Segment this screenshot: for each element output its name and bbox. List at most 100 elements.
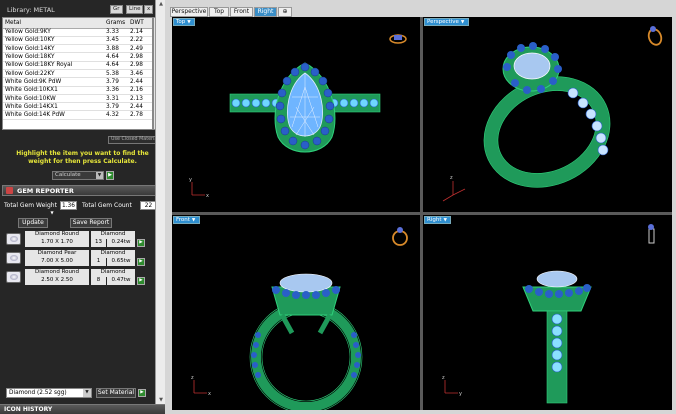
gem-reporter-header[interactable]: GEM REPORTER (2, 185, 163, 196)
gem-type: Diamond (91, 250, 135, 258)
save-report-button[interactable]: Save Report (70, 218, 112, 228)
axis-indicator (444, 380, 458, 394)
app-window: Library: METAL Gr Line x Metal Grams DWT Y… (0, 0, 676, 414)
viewport-right[interactable]: Right ▼ z y (423, 215, 672, 410)
panel-splitter[interactable]: ▲ ▼ (155, 0, 165, 404)
scroll-down-icon[interactable]: ▼ (157, 396, 165, 404)
table-cell: White Gold:14K PdW (3, 110, 104, 120)
scroll-up-icon[interactable]: ▲ (157, 0, 165, 8)
gem-weight: 0.24tw (107, 239, 135, 247)
gem-count: 13 (91, 239, 106, 247)
tab-front[interactable]: Front (230, 7, 253, 17)
gem-name: Diamond Pear (25, 250, 89, 258)
table-row[interactable]: Yellow Gold:9KY 3.33 2.14 (3, 28, 152, 37)
gem-material-select[interactable]: Diamond (2.52 sgg) ▼ (6, 388, 92, 398)
total-gem-weight-value: 1.36 (60, 201, 77, 210)
gem-weight: 0.65tw (107, 258, 135, 266)
metal-table-header-cell[interactable]: Metal (3, 18, 104, 29)
tab-right[interactable]: Right (254, 7, 277, 17)
table-cell: Yellow Gold:18KY Royal (3, 61, 104, 71)
table-row[interactable]: White Gold:9K PdW 3.79 2.44 (3, 77, 152, 87)
table-cell: 4.64 (104, 52, 128, 62)
table-cell: 5.38 (104, 69, 128, 79)
axis-z-label: z (191, 375, 194, 381)
axis-x-label: x (206, 193, 209, 199)
table-row[interactable]: White Gold:10KX1 3.36 2.16 (3, 86, 152, 95)
table-row[interactable]: White Gold:14K PdW 4.32 2.78 (3, 110, 152, 120)
gem-go-button[interactable]: ▶ (137, 258, 145, 266)
table-row[interactable]: Yellow Gold:10KY 3.45 2.22 (3, 36, 152, 46)
metal-table-header-cell[interactable]: DWT (128, 18, 152, 29)
line-toggle-button[interactable]: Line (126, 5, 144, 14)
calculate-go-button[interactable]: ▶ (106, 171, 114, 180)
table-cell: 2.44 (128, 102, 152, 112)
metal-table: Metal Grams DWT Yellow Gold:9KY 3.33 2.14 Yel… (2, 17, 153, 130)
table-row[interactable]: Yellow Gold:22KY 5.38 3.46 (3, 69, 152, 79)
axis-y-label: y (189, 177, 192, 183)
gem-row[interactable]: Diamond Round 1.70 X 1.70 Diamond 13 0.24tw ▶ (4, 230, 161, 248)
viewport-area: Perspective Top Front Right ⊕ Top ▼ y x … (165, 0, 676, 414)
gem-go-button[interactable]: ▶ (137, 277, 145, 285)
table-row[interactable]: White Gold:14KX1 3.79 2.44 (3, 102, 152, 112)
gem-reporter-icon (6, 187, 13, 194)
grams-toggle-button[interactable]: Gr (110, 5, 123, 14)
gem-thumbnail-icon (6, 233, 21, 245)
gem-go-button[interactable]: ▶ (137, 239, 145, 247)
ring-perspective-view: z (442, 26, 663, 202)
gem-row[interactable]: Diamond Pear 7.00 X 5.00 Diamond 1 0.65tw ▶ (4, 249, 161, 267)
gem-list: Diamond Round 1.70 X 1.70 Diamond 13 0.24tw ▶… (4, 230, 161, 288)
table-cell: White Gold:10KX1 (3, 86, 104, 95)
gem-name: Diamond Round (25, 231, 89, 239)
ring-thumbnail-icon (647, 26, 663, 46)
axis-indicator (442, 181, 466, 202)
table-cell: Yellow Gold:10KY (3, 36, 104, 46)
table-row[interactable]: Yellow Gold:14KY 3.88 2.49 (3, 44, 152, 54)
table-row[interactable]: Yellow Gold:18KY Royal 4.64 2.98 (3, 61, 152, 71)
table-cell: Yellow Gold:22KY (3, 69, 104, 79)
table-cell: 2.98 (128, 52, 152, 62)
table-cell: 3.46 (128, 69, 152, 79)
left-panel: Library: METAL Gr Line x Metal Grams DWT Y… (0, 0, 165, 414)
table-cell: 3.45 (104, 36, 128, 46)
axis-indicator (193, 380, 207, 394)
tab-perspective[interactable]: Perspective (170, 7, 208, 17)
gem-count: 8 (91, 277, 106, 285)
metal-table-header: Metal Grams DWT (3, 18, 152, 29)
gem-type: Diamond (91, 231, 135, 239)
table-cell: 4.32 (104, 110, 128, 120)
calculate-select[interactable]: Calculate ▼ (52, 171, 104, 180)
table-cell: 2.44 (128, 77, 152, 87)
gem-thumbnail-icon (6, 252, 21, 264)
table-row[interactable]: White Gold:10KW 3.31 2.13 (3, 94, 152, 104)
table-row[interactable]: Yellow Gold:18KY 4.64 2.98 (3, 52, 152, 62)
shank-right (546, 310, 568, 404)
setting-head-right (522, 270, 592, 312)
ring-top-view: y x (189, 34, 407, 199)
set-material-go-button[interactable]: ▶ (138, 389, 146, 397)
collapse-arrow-icon[interactable]: ▼ (48, 211, 56, 217)
viewport-front[interactable]: Front ▼ z x (172, 215, 420, 410)
icon-history-header[interactable]: ICON HISTORY (0, 404, 165, 414)
calculate-select-value: Calculate (55, 172, 81, 178)
library-close-button[interactable]: x (144, 5, 153, 14)
table-cell: 2.22 (128, 36, 152, 46)
table-cell: 2.49 (128, 44, 152, 54)
table-cell: 3.36 (104, 86, 128, 95)
add-view-icon[interactable]: ⊕ (278, 7, 292, 17)
table-cell: 2.13 (128, 94, 152, 104)
metal-table-header-cell[interactable]: Grams (104, 18, 128, 29)
table-cell: Yellow Gold:9KY (3, 28, 104, 37)
table-cell: 3.79 (104, 102, 128, 112)
viewport-top[interactable]: Top ▼ y x (172, 17, 420, 212)
tab-top[interactable]: Top (209, 7, 229, 17)
update-button[interactable]: Update (18, 218, 48, 228)
table-cell: 4.64 (104, 61, 128, 71)
viewport-perspective[interactable]: Perspective ▼ z (423, 17, 672, 212)
gem-size: 7.00 X 5.00 (25, 258, 89, 266)
axis-indicator (191, 182, 205, 196)
ring-front-view: z x (191, 227, 408, 410)
table-cell: 3.33 (104, 28, 128, 37)
gem-row[interactable]: Diamond Round 2.50 X 2.50 Diamond 8 0.47tw ▶ (4, 268, 161, 286)
table-cell: Yellow Gold:14KY (3, 44, 104, 54)
set-material-button[interactable]: Set Material (96, 388, 136, 398)
